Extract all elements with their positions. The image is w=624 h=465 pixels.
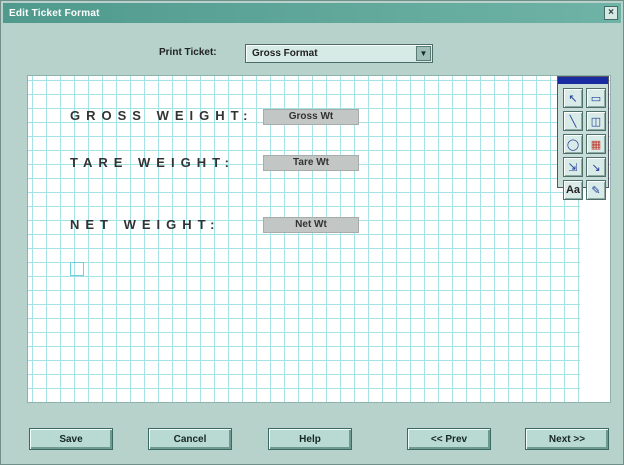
save-button[interactable]: Save: [29, 428, 113, 450]
chevron-down-icon[interactable]: ▼: [416, 46, 431, 61]
cancel-button[interactable]: Cancel: [148, 428, 232, 450]
placeholder-box[interactable]: [70, 262, 84, 276]
canvas-margin: [580, 184, 610, 402]
print-ticket-row: Print Ticket: Gross Format ▼: [1, 43, 623, 63]
gross-weight-label[interactable]: GROSS WEIGHT:: [70, 108, 253, 123]
tare-weight-field[interactable]: Tare Wt: [263, 155, 359, 171]
palette-header[interactable]: [558, 77, 608, 84]
print-ticket-select[interactable]: Gross Format ▼: [245, 44, 433, 63]
app-window: Edit Ticket Format × Print Ticket: Gross…: [0, 0, 624, 465]
help-button[interactable]: Help: [268, 428, 352, 450]
brush-icon[interactable]: ✎: [586, 180, 606, 200]
fill-icon[interactable]: ▦: [586, 134, 606, 154]
gross-weight-field[interactable]: Gross Wt: [263, 109, 359, 125]
move-icon[interactable]: ⇲: [563, 157, 583, 177]
net-weight-label[interactable]: NET WEIGHT:: [70, 217, 221, 232]
text-icon[interactable]: Aa: [563, 180, 583, 200]
tare-weight-label[interactable]: TARE WEIGHT:: [70, 155, 235, 170]
line-icon[interactable]: ╲: [563, 111, 583, 131]
shape-icon[interactable]: ◫: [586, 111, 606, 131]
pointer-icon[interactable]: ↖: [563, 88, 583, 108]
print-ticket-value: Gross Format: [252, 48, 318, 59]
design-canvas[interactable]: GROSS WEIGHT: Gross Wt TARE WEIGHT: Tare…: [27, 75, 611, 403]
net-weight-field[interactable]: Net Wt: [263, 217, 359, 233]
prev-button[interactable]: << Prev: [407, 428, 491, 450]
close-icon[interactable]: ×: [604, 6, 618, 20]
next-button[interactable]: Next >>: [525, 428, 609, 450]
window-title: Edit Ticket Format: [9, 7, 100, 19]
rectangle-icon[interactable]: ▭: [586, 88, 606, 108]
ellipse-icon[interactable]: ◯: [563, 134, 583, 154]
title-bar: Edit Ticket Format ×: [3, 3, 621, 23]
tool-palette: ↖ ▭ ╲ ◫ ◯ ▦ ⇲ ↘ Aa ✎: [557, 76, 609, 200]
select-icon[interactable]: ↘: [586, 157, 606, 177]
print-ticket-label: Print Ticket:: [159, 47, 217, 58]
